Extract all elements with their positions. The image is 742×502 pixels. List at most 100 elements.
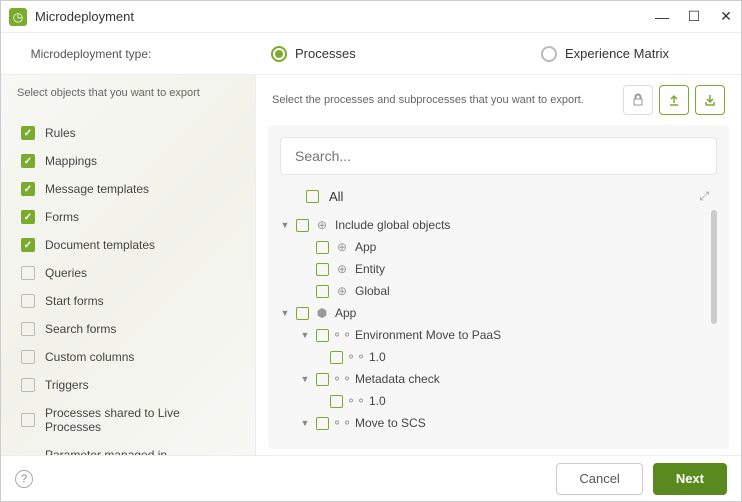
tree-label: Entity xyxy=(355,262,385,276)
tree-container: ▼ ⊕ Include global objects ⊕ App xyxy=(280,210,717,437)
tree-row-process-1[interactable]: ▼ ⚬⚬ Environment Move to PaaS xyxy=(280,324,717,346)
hexagon-icon: ⬢ xyxy=(315,306,329,320)
object-item[interactable]: Forms xyxy=(1,203,255,231)
tree-row-app[interactable]: ⊕ App xyxy=(280,236,717,258)
tree-label: Metadata check xyxy=(355,372,440,386)
globe-icon: ⊕ xyxy=(335,262,349,276)
object-checkbox[interactable] xyxy=(21,266,35,280)
object-item[interactable]: Custom columns xyxy=(1,343,255,371)
export-button[interactable] xyxy=(659,85,689,115)
chevron-down-icon[interactable]: ▼ xyxy=(300,330,310,340)
close-button[interactable]: ✕ xyxy=(719,10,733,24)
window-controls: — ☐ ✕ xyxy=(655,10,733,24)
chevron-down-icon[interactable]: ▼ xyxy=(300,374,310,384)
object-checkbox[interactable] xyxy=(21,210,35,224)
tree-row-include-global[interactable]: ▼ ⊕ Include global objects xyxy=(280,214,717,236)
upload-icon xyxy=(667,93,681,107)
object-item[interactable]: Rules xyxy=(1,119,255,147)
object-checkbox[interactable] xyxy=(21,238,35,252)
all-checkbox[interactable] xyxy=(306,190,319,203)
right-panel: Select the processes and subprocesses th… xyxy=(256,75,741,455)
object-item[interactable]: Message templates xyxy=(1,175,255,203)
all-row: All ⤢ xyxy=(280,183,717,210)
object-item[interactable]: Processes shared to Live Processes xyxy=(1,399,255,441)
type-selector-row: Microdeployment type: Processes Experien… xyxy=(1,33,741,75)
object-label: Rules xyxy=(45,126,76,140)
object-checkbox[interactable] xyxy=(21,413,35,427)
tree-checkbox[interactable] xyxy=(316,263,329,276)
type-label: Microdeployment type: xyxy=(1,47,181,61)
tree-row-app-node[interactable]: ▼ ⬢ App xyxy=(280,302,717,324)
download-icon xyxy=(703,93,717,107)
object-checkbox[interactable] xyxy=(21,126,35,140)
tree-checkbox[interactable] xyxy=(296,219,309,232)
object-item[interactable]: Parameter managed in development xyxy=(1,441,255,455)
tree-row-entity[interactable]: ⊕ Entity xyxy=(280,258,717,280)
globe-icon: ⊕ xyxy=(335,240,349,254)
object-label: Start forms xyxy=(45,294,104,308)
object-label: Triggers xyxy=(45,378,89,392)
tree-checkbox[interactable] xyxy=(316,285,329,298)
expand-collapse-icon[interactable]: ⤢ xyxy=(699,189,709,204)
tree-label: Environment Move to PaaS xyxy=(355,328,501,342)
globe-icon: ⊕ xyxy=(335,284,349,298)
object-label: Message templates xyxy=(45,182,149,196)
radio-processes[interactable]: Processes xyxy=(271,46,471,62)
app-logo-icon: ◷ xyxy=(9,8,27,26)
object-checkbox[interactable] xyxy=(21,350,35,364)
tree-checkbox[interactable] xyxy=(330,395,343,408)
chevron-down-icon[interactable]: ▼ xyxy=(280,220,290,230)
window-title: Microdeployment xyxy=(35,9,655,24)
cancel-button[interactable]: Cancel xyxy=(556,463,642,495)
object-checkbox[interactable] xyxy=(21,378,35,392)
object-label: Forms xyxy=(45,210,79,224)
maximize-button[interactable]: ☐ xyxy=(687,10,701,24)
search-input[interactable] xyxy=(280,137,717,175)
all-label: All xyxy=(329,189,343,204)
tree-row-process-2[interactable]: ▼ ⚬⚬ Metadata check xyxy=(280,368,717,390)
titlebar: ◷ Microdeployment — ☐ ✕ xyxy=(1,1,741,33)
object-item[interactable]: Mappings xyxy=(1,147,255,175)
tree-row-version[interactable]: ⚬⚬ 1.0 xyxy=(280,434,717,437)
chevron-down-icon[interactable]: ▼ xyxy=(300,418,310,428)
object-label: Custom columns xyxy=(45,350,134,364)
content: Select objects that you want to export R… xyxy=(1,75,741,455)
lock-icon xyxy=(631,93,645,107)
tree-checkbox[interactable] xyxy=(316,241,329,254)
object-label: Queries xyxy=(45,266,87,280)
object-checkbox[interactable] xyxy=(21,294,35,308)
process-icon: ⚬⚬ xyxy=(335,328,349,342)
scrollbar[interactable] xyxy=(711,210,717,324)
footer: ? Cancel Next xyxy=(1,455,741,501)
tree-row-version[interactable]: ⚬⚬ 1.0 xyxy=(280,346,717,368)
object-label: Mappings xyxy=(45,154,97,168)
object-item[interactable]: Triggers xyxy=(1,371,255,399)
lock-button[interactable] xyxy=(623,85,653,115)
object-item[interactable]: Queries xyxy=(1,259,255,287)
tree-row-global[interactable]: ⊕ Global xyxy=(280,280,717,302)
tree-row-version[interactable]: ⚬⚬ 1.0 xyxy=(280,390,717,412)
tree-checkbox[interactable] xyxy=(316,329,329,342)
chevron-down-icon[interactable]: ▼ xyxy=(280,308,290,318)
object-item[interactable]: Document templates xyxy=(1,231,255,259)
object-checkbox[interactable] xyxy=(21,154,35,168)
object-item[interactable]: Start forms xyxy=(1,287,255,315)
radio-experience-label: Experience Matrix xyxy=(565,46,669,61)
tree-checkbox[interactable] xyxy=(296,307,309,320)
radio-experience[interactable]: Experience Matrix xyxy=(541,46,741,62)
next-button[interactable]: Next xyxy=(653,463,727,495)
object-checkbox[interactable] xyxy=(21,182,35,196)
object-label: Document templates xyxy=(45,238,155,252)
import-button[interactable] xyxy=(695,85,725,115)
right-body: All ⤢ ▼ ⊕ Include global objects xyxy=(268,125,729,449)
tree-row-process-3[interactable]: ▼ ⚬⚬ Move to SCS xyxy=(280,412,717,434)
help-button[interactable]: ? xyxy=(15,470,33,488)
minimize-button[interactable]: — xyxy=(655,10,669,24)
tree-checkbox[interactable] xyxy=(330,351,343,364)
tree-label: Move to SCS xyxy=(355,416,426,430)
tree-checkbox[interactable] xyxy=(316,417,329,430)
radio-processes-label: Processes xyxy=(295,46,356,61)
tree-checkbox[interactable] xyxy=(316,373,329,386)
object-checkbox[interactable] xyxy=(21,322,35,336)
object-item[interactable]: Search forms xyxy=(1,315,255,343)
